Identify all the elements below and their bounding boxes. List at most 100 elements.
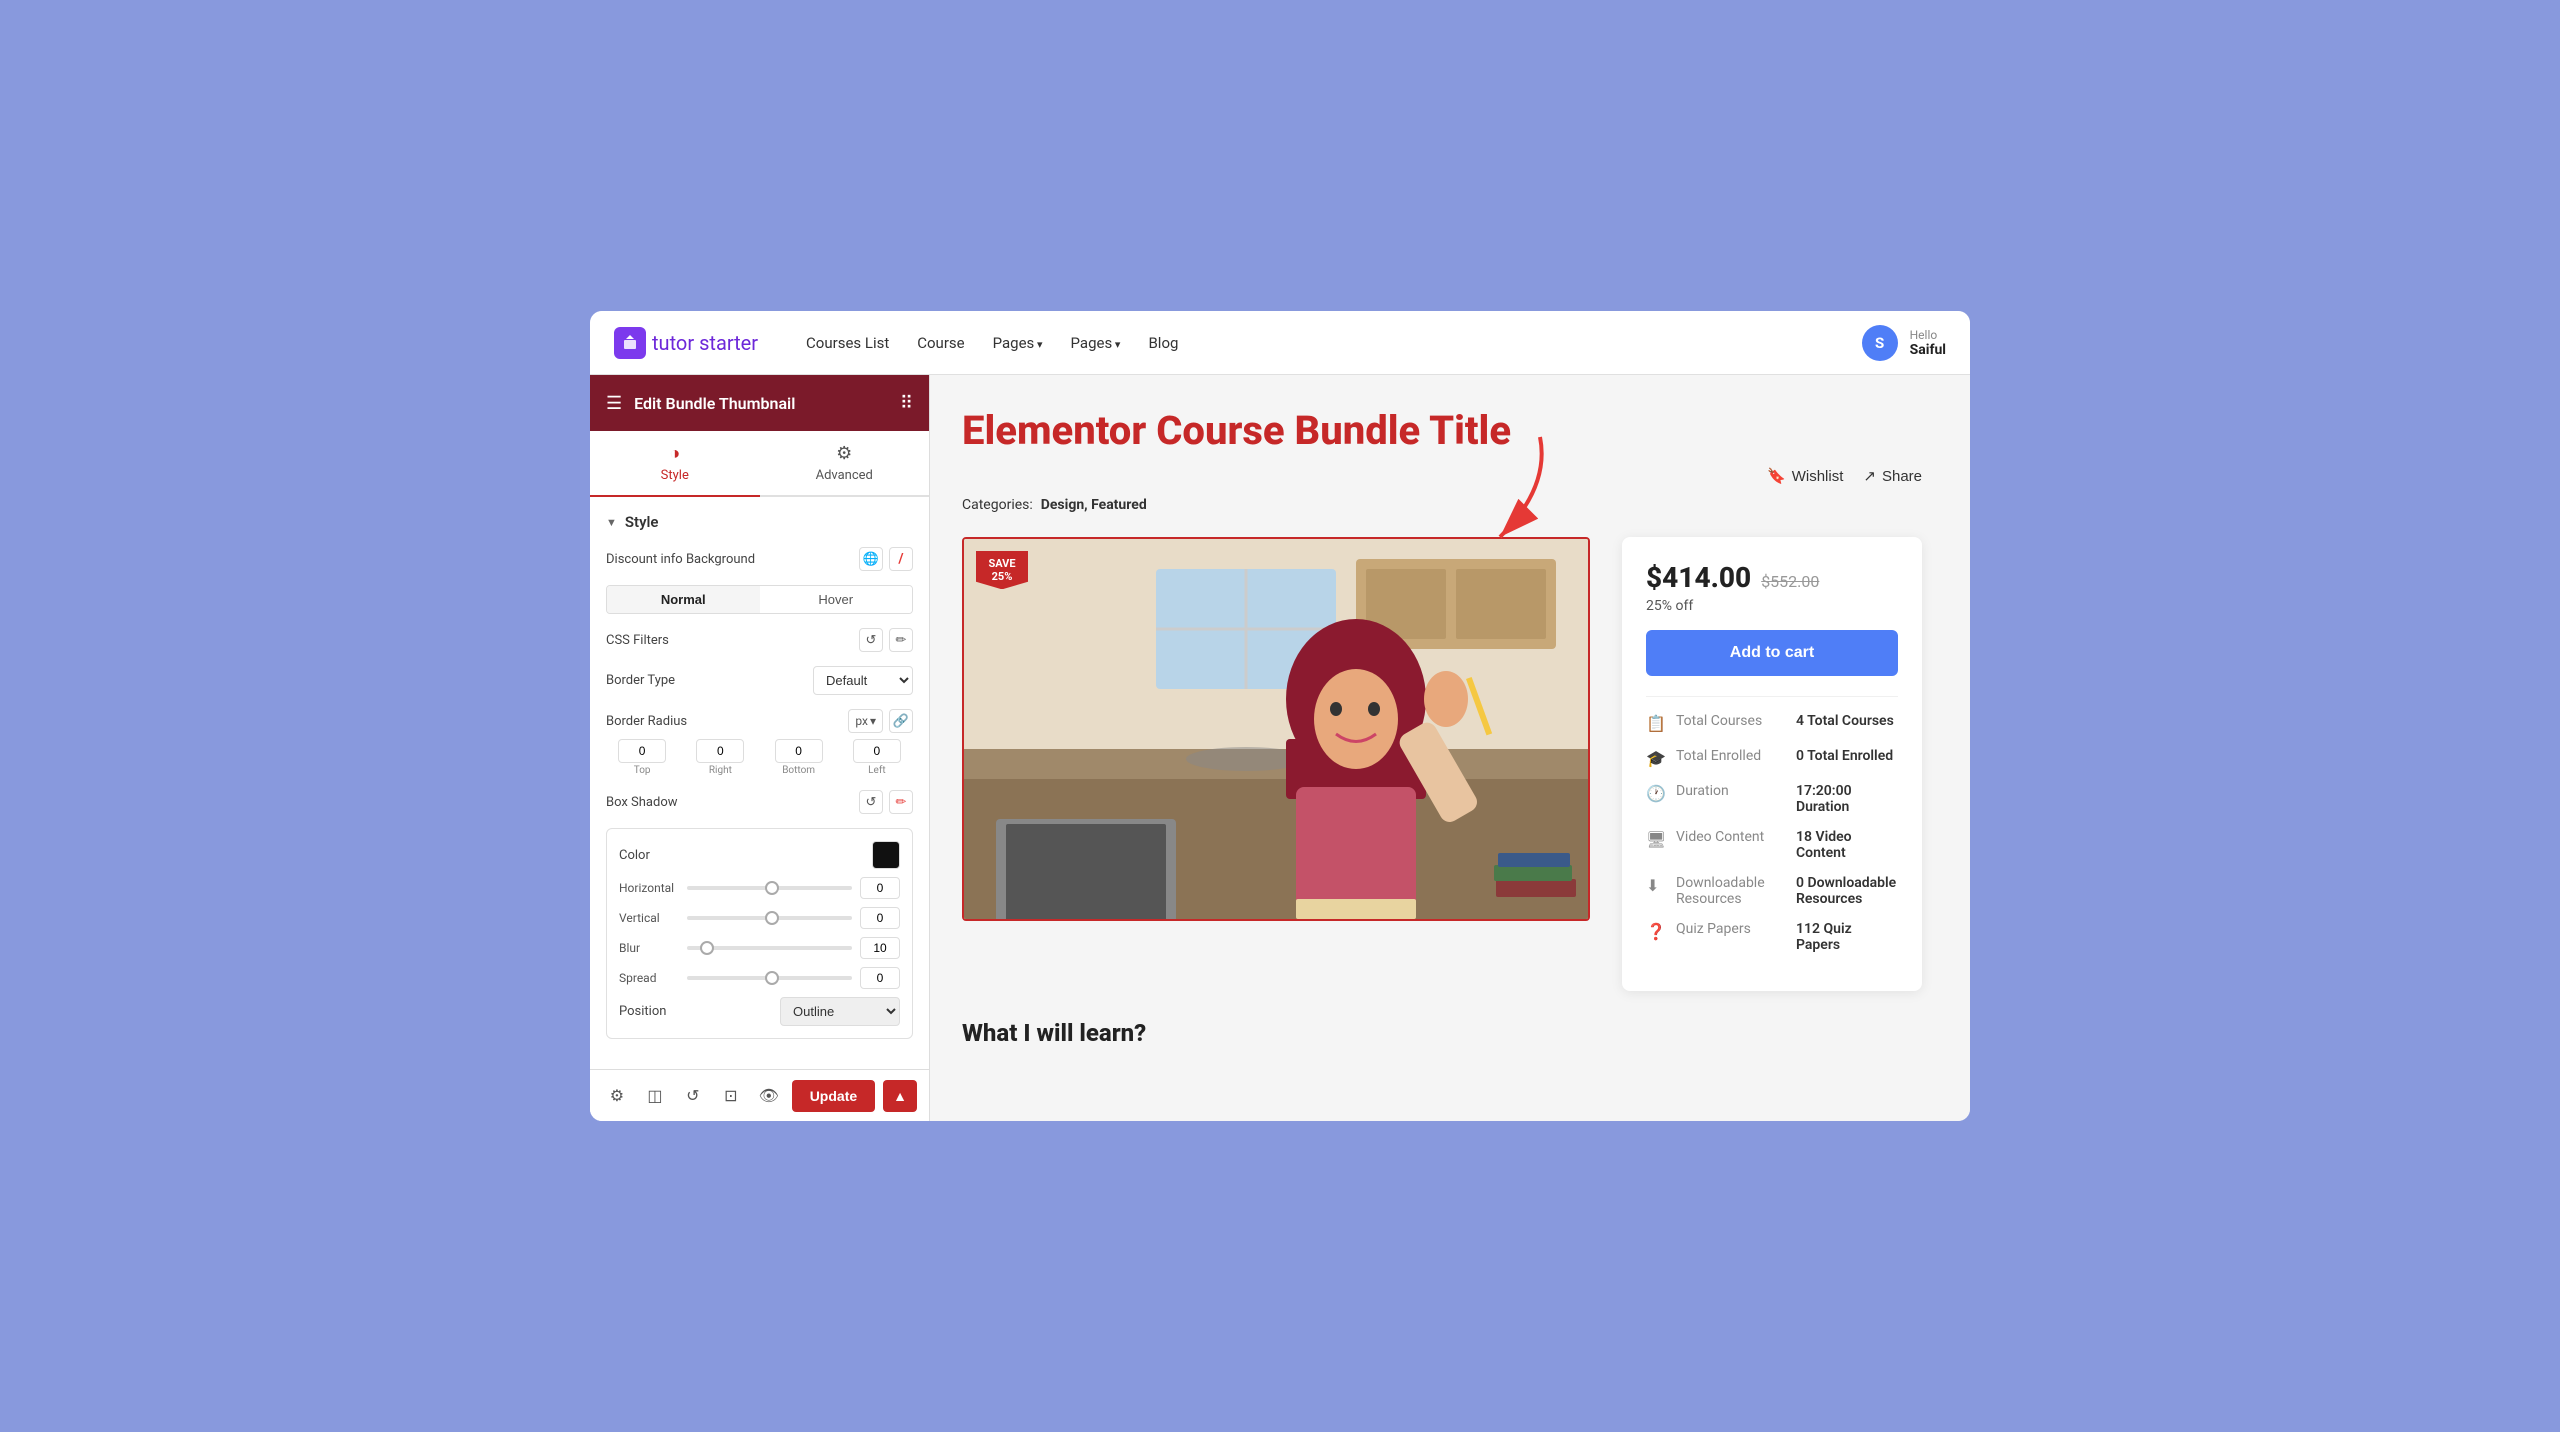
spread-value-input[interactable] — [860, 967, 900, 989]
share-btn[interactable]: ↗ Share — [1863, 467, 1922, 485]
grid-icon[interactable]: ⠿ — [900, 393, 913, 414]
video-content-icon: 🖥 — [1646, 830, 1666, 850]
downloadable-key: Downloadable Resources — [1676, 875, 1786, 907]
unit-selector[interactable]: px ▾ — [848, 709, 883, 733]
box-shadow-label: Box Shadow — [606, 795, 678, 810]
duration-icon: 🕐 — [1646, 784, 1666, 804]
section-label: Style — [625, 513, 659, 531]
total-courses-key: Total Courses — [1676, 713, 1786, 729]
border-right-input[interactable] — [696, 739, 744, 763]
edit-shadow-icon[interactable]: ✏ — [889, 790, 913, 814]
downloadable-value: 0 Downloadable Resources — [1796, 875, 1898, 907]
shadow-color-label: Color — [619, 848, 650, 863]
position-select[interactable]: Outline Inset — [780, 997, 900, 1026]
shadow-vertical-row: Vertical — [619, 907, 900, 929]
style-section-title[interactable]: ▼ Style — [606, 513, 913, 531]
blur-value-input[interactable] — [860, 937, 900, 959]
duration-value: 17:20:00 Duration — [1796, 783, 1898, 815]
box-shadow-controls: ↺ ✏ — [859, 790, 913, 814]
left-label: Left — [868, 765, 885, 776]
video-content-value: 18 Video Content — [1796, 829, 1898, 861]
style-tab-label: Style — [661, 468, 689, 483]
nav-course[interactable]: Course — [917, 334, 964, 352]
thumbnail-with-arrow: SAVE 25% — [962, 537, 1590, 921]
horizontal-value-input[interactable] — [860, 877, 900, 899]
normal-btn[interactable]: Normal — [607, 586, 760, 613]
nav-courses-list[interactable]: Courses List — [806, 334, 889, 352]
thumbnail-wrapper: SAVE 25% — [962, 537, 1590, 921]
reset-shadow-icon[interactable]: ↺ — [859, 790, 883, 814]
add-to-cart-btn[interactable]: Add to cart — [1646, 630, 1898, 676]
vertical-slider-track[interactable] — [687, 916, 852, 920]
blur-slider-thumb[interactable] — [700, 941, 714, 955]
border-type-select[interactable]: Default Solid Dashed Dotted — [813, 666, 913, 695]
blur-slider-track[interactable] — [687, 946, 852, 950]
quiz-papers-icon: ❓ — [1646, 922, 1666, 942]
layers-toolbar-icon[interactable]: ◫ — [640, 1080, 670, 1112]
course-info-list: 📋 Total Courses 4 Total Courses 🎓 Total … — [1646, 713, 1898, 953]
border-top-input[interactable] — [618, 739, 666, 763]
info-row-quiz-papers: ❓ Quiz Papers 112 Quiz Papers — [1646, 921, 1898, 953]
shadow-color-row: Color — [619, 841, 900, 869]
unit-label: px — [855, 714, 868, 728]
publish-chevron-btn[interactable]: ▲ — [883, 1080, 917, 1112]
navbar: tutor starter Courses List Course Pages … — [590, 311, 1970, 375]
horizontal-slider-track[interactable] — [687, 886, 852, 890]
nav-blog[interactable]: Blog — [1148, 334, 1178, 352]
shadow-color-swatch[interactable] — [872, 841, 900, 869]
border-type-label: Border Type — [606, 673, 675, 688]
vertical-label: Vertical — [619, 911, 679, 925]
css-filters-field: CSS Filters ↺ ✏ — [606, 628, 913, 652]
hover-btn[interactable]: Hover — [760, 586, 913, 613]
css-filters-controls: ↺ ✏ — [859, 628, 913, 652]
history-toolbar-icon[interactable]: ↺ — [678, 1080, 708, 1112]
border-left-input[interactable] — [853, 739, 901, 763]
info-divider — [1646, 696, 1898, 697]
border-radius-section: Border Radius px ▾ 🔗 Top — [606, 709, 913, 776]
link-corners-icon[interactable]: 🔗 — [889, 709, 913, 733]
right-label: Right — [709, 765, 732, 776]
course-title: Elementor Course Bundle Title — [962, 407, 1922, 455]
vertical-slider-thumb[interactable] — [765, 911, 779, 925]
border-radius-controls: px ▾ 🔗 — [848, 709, 913, 733]
tab-advanced[interactable]: ⚙ Advanced — [760, 431, 930, 497]
border-bottom-input[interactable] — [775, 739, 823, 763]
navbar-right: S Hello Saiful — [1862, 325, 1946, 361]
vertical-value-input[interactable] — [860, 907, 900, 929]
edit-filters-icon[interactable]: ✏ — [889, 628, 913, 652]
globe-icon[interactable]: 🌐 — [859, 547, 883, 571]
horizontal-slider-thumb[interactable] — [765, 881, 779, 895]
border-right-group: Right — [684, 739, 756, 776]
share-label: Share — [1882, 468, 1922, 485]
course-content-row: SAVE 25% — [962, 537, 1922, 991]
save-badge: SAVE 25% — [976, 551, 1028, 589]
blur-label: Blur — [619, 941, 679, 955]
info-row-downloadable: ⬇ Downloadable Resources 0 Downloadable … — [1646, 875, 1898, 907]
unit-arrow: ▾ — [870, 714, 876, 728]
wishlist-btn[interactable]: 🔖 Wishlist — [1767, 467, 1843, 485]
update-button[interactable]: Update — [792, 1080, 875, 1112]
nav-pages-1[interactable]: Pages — [993, 334, 1043, 352]
spread-slider-thumb[interactable] — [765, 971, 779, 985]
menu-icon[interactable]: ☰ — [606, 393, 622, 414]
total-courses-value: 4 Total Courses — [1796, 713, 1894, 729]
left-panel: ☰ Edit Bundle Thumbnail ⠿ ◑ Style ⚙ Adva… — [590, 375, 930, 1121]
total-enrolled-value: 0 Total Enrolled — [1796, 748, 1893, 764]
advanced-tab-icon: ⚙ — [836, 443, 852, 464]
nav-pages-2[interactable]: Pages — [1071, 334, 1121, 352]
settings-toolbar-icon[interactable]: ⚙ — [602, 1080, 632, 1112]
discount-bg-controls: 🌐 / — [859, 547, 913, 571]
reset-filters-icon[interactable]: ↺ — [859, 628, 883, 652]
quiz-papers-value: 112 Quiz Papers — [1796, 921, 1898, 953]
save-line1: SAVE — [986, 557, 1018, 570]
preview-toolbar-icon[interactable]: 👁 — [754, 1080, 784, 1112]
discount-bg-field: Discount info Background 🌐 / — [606, 547, 913, 571]
border-radius-label-row: Border Radius px ▾ 🔗 — [606, 709, 913, 733]
discount-label: 25% off — [1646, 598, 1898, 614]
spread-slider-track[interactable] — [687, 976, 852, 980]
responsive-toolbar-icon[interactable]: ⊡ — [716, 1080, 746, 1112]
clear-icon[interactable]: / — [889, 547, 913, 571]
course-meta: Categories: Design, Featured — [962, 497, 1922, 513]
tab-style[interactable]: ◑ Style — [590, 431, 760, 497]
site-logo[interactable]: tutor starter — [614, 327, 758, 359]
